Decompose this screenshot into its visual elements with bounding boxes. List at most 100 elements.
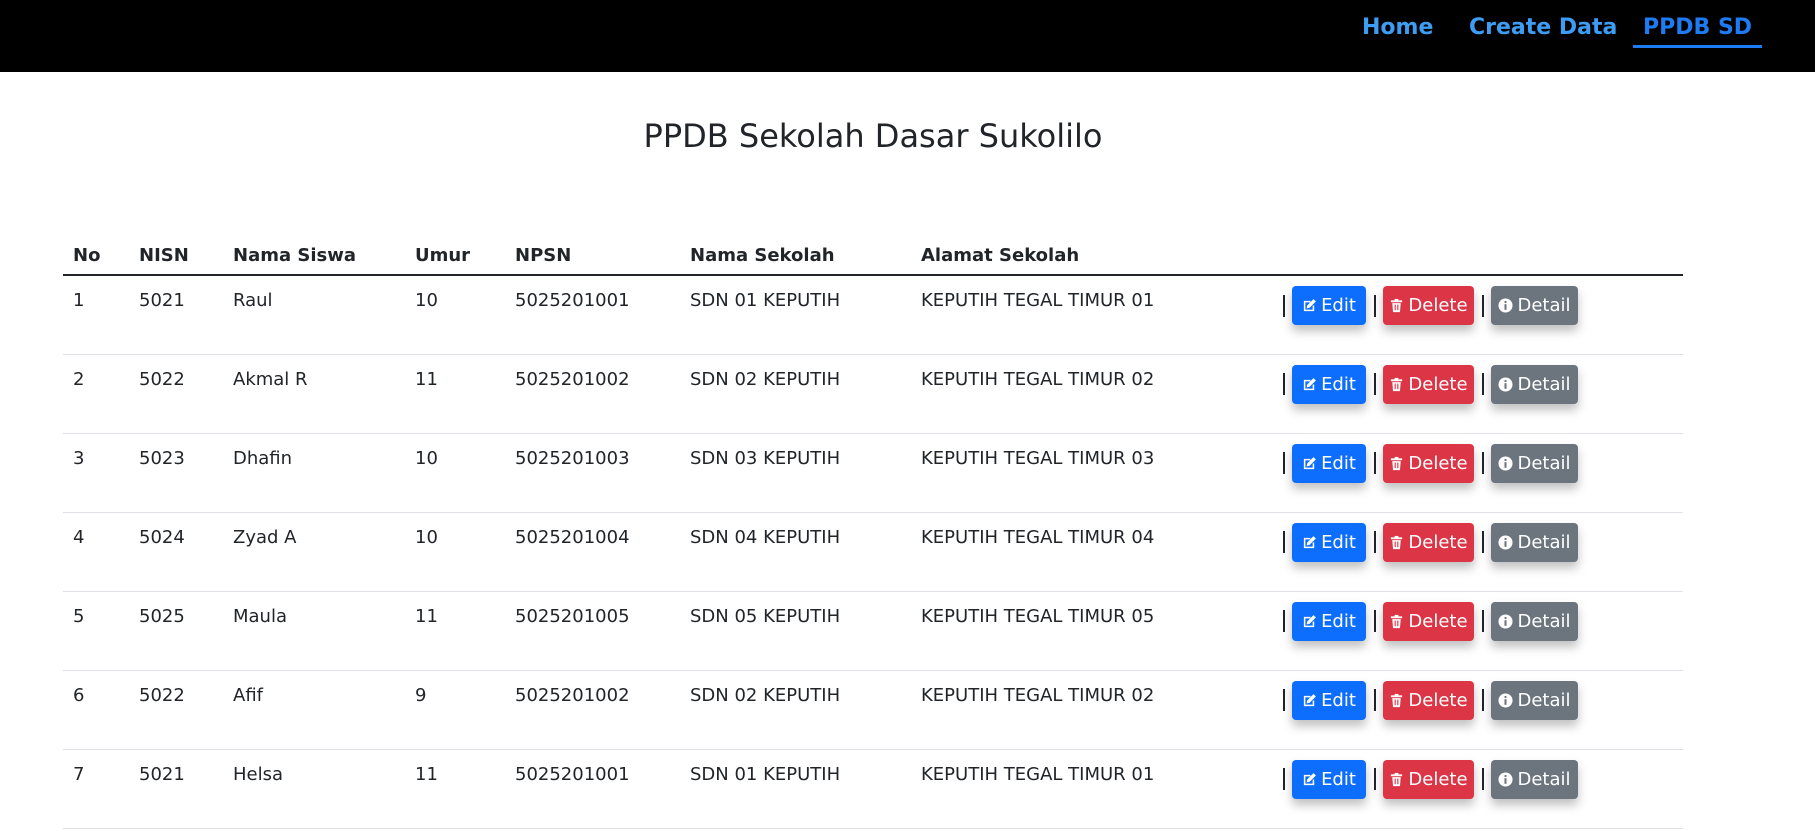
info-circle-icon [1498,298,1514,313]
info-circle-icon [1498,771,1514,787]
action-separator [1482,294,1484,317]
detail-button-label: Detail [1517,295,1571,316]
info-circle-icon [1498,455,1514,471]
cell-nisn: 5021 [129,275,223,355]
delete-button[interactable]: Delete [1383,680,1474,720]
action-separator [1374,689,1376,711]
cell-nama-siswa: Maula [223,591,405,671]
cell-alamat-sekolah: KEPUTIH TEGAL TIMUR 05 [911,591,1273,671]
cell-no: 5 [63,591,129,671]
edit-button[interactable]: Edit [1292,443,1366,483]
cell-nama-siswa: Zyad A [223,512,405,592]
trash-icon [1391,298,1403,313]
cell-alamat-sekolah: KEPUTIH TEGAL TIMUR 01 [911,749,1273,829]
action-separator [1283,452,1285,474]
cell-umur: 9 [405,670,505,750]
detail-button[interactable]: Detail [1491,759,1578,799]
delete-button[interactable]: Delete [1383,759,1474,799]
delete-button[interactable]: Delete [1383,601,1474,641]
cell-no: 3 [63,433,129,513]
table-body: 1 5021 Raul 10 5025201001 SDN 01 KEPUTIH… [63,275,1683,829]
trash-icon [1391,614,1403,628]
trash-icon [1391,772,1403,786]
edit-icon [1303,693,1316,706]
cell-nisn: 5025 [129,591,223,671]
edit-button[interactable]: Edit [1292,680,1366,720]
cell-actions: Edit Delete Detail [1273,354,1683,434]
column-header-alamat-sekolah: Alamat Sekolah [911,236,1273,276]
detail-button[interactable]: Detail [1491,601,1578,641]
info-circle-icon [1498,376,1514,392]
cell-actions: Edit Delete Detail [1273,512,1683,592]
cell-npsn: 5025201002 [505,670,680,750]
cell-nama-siswa: Akmal R [223,354,405,434]
edit-button-label: Edit [1321,295,1356,316]
students-table: No NISN Nama Siswa Umur NPSN Nama Sekola… [63,236,1683,829]
delete-button[interactable]: Delete [1383,286,1474,325]
action-separator [1374,373,1376,395]
info-circle-icon [1498,534,1514,550]
edit-button[interactable]: Edit [1292,364,1366,404]
cell-umur: 10 [405,433,505,513]
action-separator [1482,610,1484,632]
detail-button-label: Detail [1517,452,1571,474]
nav-ppdb-sd-link[interactable]: PPDB SD [1633,13,1763,48]
detail-button-label: Detail [1517,689,1571,711]
cell-nama-sekolah: SDN 02 KEPUTIH [680,670,911,750]
action-separator [1283,768,1285,790]
detail-button[interactable]: Detail [1491,286,1578,325]
table-row: 3 5023 Dhafin 10 5025201003 SDN 03 KEPUT… [63,433,1683,513]
action-separator [1374,294,1376,317]
detail-button-label: Detail [1517,610,1571,632]
info-circle-icon [1498,613,1514,629]
action-separator [1283,294,1285,317]
edit-button-label: Edit [1321,531,1356,553]
cell-nama-sekolah: SDN 05 KEPUTIH [680,591,911,671]
trash-icon [1391,456,1403,470]
cell-npsn: 5025201004 [505,512,680,592]
edit-button[interactable]: Edit [1292,601,1366,641]
cell-no: 6 [63,670,129,750]
cell-actions: Edit Delete Detail [1273,749,1683,829]
cell-npsn: 5025201001 [505,275,680,355]
row-actions: Edit Delete Detail [1283,443,1673,483]
column-header-umur: Umur [405,236,505,276]
delete-button-label: Delete [1408,689,1468,711]
table-row: 2 5022 Akmal R 11 5025201002 SDN 02 KEPU… [63,354,1683,434]
action-separator [1482,689,1484,711]
cell-alamat-sekolah: KEPUTIH TEGAL TIMUR 01 [911,275,1273,355]
detail-button[interactable]: Detail [1491,522,1578,562]
cell-actions: Edit Delete Detail [1273,670,1683,750]
action-separator [1482,373,1484,395]
edit-icon [1303,456,1316,469]
cell-umur: 11 [405,354,505,434]
detail-button[interactable]: Detail [1491,364,1578,404]
page-title: PPDB Sekolah Dasar Sukolilo [643,117,1103,155]
cell-actions: Edit Delete Detail [1273,591,1683,671]
delete-button-label: Delete [1408,531,1468,553]
edit-icon [1303,377,1316,390]
edit-button[interactable]: Edit [1292,286,1366,325]
row-actions: Edit Delete Detail [1283,286,1673,325]
column-header-no: No [63,236,129,276]
action-separator [1482,452,1484,474]
detail-button[interactable]: Detail [1491,680,1578,720]
row-actions: Edit Delete Detail [1283,364,1673,404]
table-row: 5 5025 Maula 11 5025201005 SDN 05 KEPUTI… [63,591,1683,671]
trash-icon [1391,377,1403,391]
edit-button-label: Edit [1321,373,1356,395]
detail-button[interactable]: Detail [1491,443,1578,483]
cell-umur: 10 [405,512,505,592]
table-row: 1 5021 Raul 10 5025201001 SDN 01 KEPUTIH… [63,275,1683,355]
edit-icon [1303,535,1316,548]
delete-button[interactable]: Delete [1383,443,1474,483]
nav-home-link[interactable]: Home [1362,13,1433,43]
delete-button[interactable]: Delete [1383,522,1474,562]
nav-create-data-link[interactable]: Create Data [1469,13,1617,43]
column-header-nisn: NISN [129,236,223,276]
delete-button[interactable]: Delete [1383,364,1474,404]
cell-umur: 11 [405,749,505,829]
edit-button[interactable]: Edit [1292,759,1366,799]
edit-button[interactable]: Edit [1292,522,1366,562]
cell-alamat-sekolah: KEPUTIH TEGAL TIMUR 02 [911,670,1273,750]
